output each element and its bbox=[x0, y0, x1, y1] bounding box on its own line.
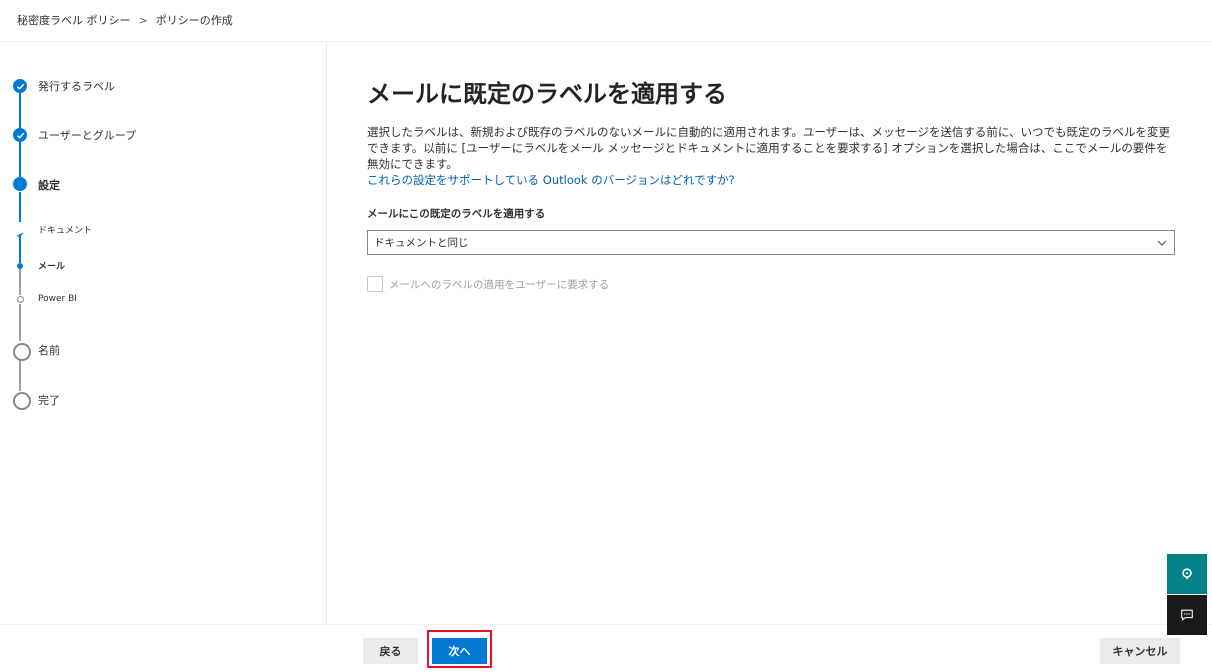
step-current-dot-icon bbox=[13, 177, 27, 191]
step-label-users-groups[interactable]: ユーザーとグループ bbox=[38, 127, 136, 143]
breadcrumb-current: ポリシーの作成 bbox=[155, 14, 233, 27]
substep-label-powerbi[interactable]: Power BI bbox=[38, 294, 77, 304]
help-chat-button[interactable] bbox=[1167, 554, 1207, 594]
require-label-checkbox[interactable] bbox=[367, 276, 383, 292]
page-title: メールに既定のラベルを適用する bbox=[367, 80, 727, 108]
step-empty-circle-icon bbox=[13, 392, 31, 410]
step-completed-check-icon bbox=[13, 79, 27, 93]
step-connector bbox=[19, 142, 21, 177]
breadcrumb-separator-icon: > bbox=[138, 13, 148, 27]
step-label-publish-labels[interactable]: 発行するラベル bbox=[38, 78, 115, 94]
footer-divider bbox=[0, 624, 1212, 625]
step-completed-check-icon bbox=[13, 128, 27, 142]
chevron-down-icon bbox=[1157, 240, 1167, 246]
next-button-highlight-box bbox=[427, 630, 492, 668]
substep-label-document[interactable]: ドキュメント bbox=[38, 223, 92, 236]
breadcrumb-parent-link[interactable]: 秘密度ラベル ポリシー bbox=[17, 12, 131, 28]
step-label-settings[interactable]: 設定 bbox=[38, 177, 60, 193]
substep-empty-dot-icon bbox=[17, 296, 24, 303]
dropdown-selected-value: ドキュメントと同じ bbox=[374, 237, 469, 249]
feedback-icon bbox=[1181, 609, 1193, 621]
description-text: 選択したラベルは、新規および既存のラベルのないメールに自動的に適用されます。ユー… bbox=[367, 125, 1171, 171]
substep-current-dot-icon bbox=[17, 263, 23, 269]
cancel-button[interactable]: キャンセル bbox=[1100, 638, 1180, 664]
require-label-checkbox-row: メールへのラベルの適用をユーザーに要求する bbox=[367, 276, 609, 292]
default-label-field-label: メールにこの既定のラベルを適用する bbox=[367, 208, 546, 220]
feedback-button[interactable] bbox=[1167, 595, 1207, 635]
require-label-checkbox-label: メールへのラベルの適用をユーザーに要求する bbox=[389, 278, 610, 291]
page-description: 選択したラベルは、新規および既存のラベルのないメールに自動的に適用されます。ユー… bbox=[367, 124, 1177, 188]
step-label-name[interactable]: 名前 bbox=[38, 342, 60, 358]
step-connector bbox=[19, 192, 21, 222]
step-connector bbox=[19, 269, 21, 295]
outlook-versions-link[interactable]: これらの設定をサポートしている Outlook のバージョンはどれですか? bbox=[367, 172, 1177, 188]
wizard-steps-panel: 発行するラベル ユーザーとグループ 設定 ドキュメント メール Power BI… bbox=[0, 42, 327, 624]
step-label-finish[interactable]: 完了 bbox=[38, 392, 60, 408]
help-chat-icon bbox=[1182, 568, 1192, 580]
step-connector bbox=[19, 304, 21, 341]
step-connector bbox=[19, 357, 21, 391]
step-empty-circle-icon bbox=[13, 343, 31, 361]
substep-label-mail[interactable]: メール bbox=[38, 259, 65, 272]
default-label-dropdown[interactable]: ドキュメントと同じ bbox=[367, 230, 1175, 255]
substep-check-icon bbox=[16, 224, 24, 238]
breadcrumb: 秘密度ラベル ポリシー > ポリシーの作成 bbox=[17, 10, 233, 30]
back-button[interactable]: 戻る bbox=[363, 638, 418, 664]
step-connector bbox=[19, 93, 21, 128]
